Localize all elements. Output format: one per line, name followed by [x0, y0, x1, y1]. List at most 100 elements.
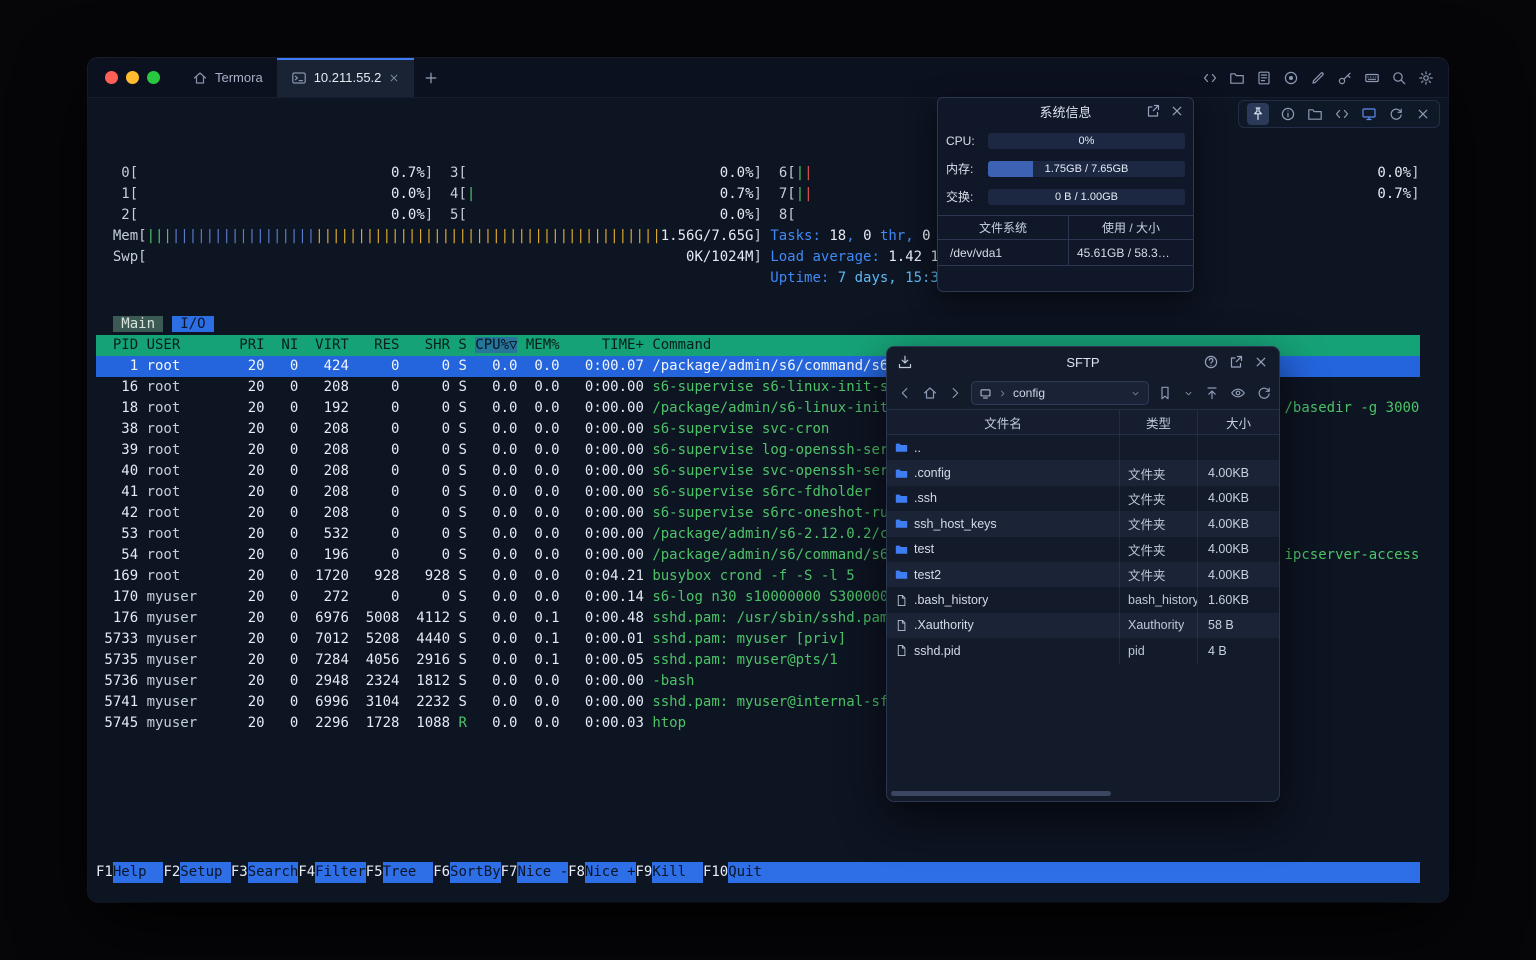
- sync-icon[interactable]: [1388, 106, 1404, 122]
- computer-icon: [979, 387, 992, 400]
- refresh-icon[interactable]: [1256, 385, 1272, 401]
- eye-icon[interactable]: [1230, 385, 1246, 401]
- external-icon[interactable]: [1145, 103, 1161, 119]
- file-row[interactable]: test文件夹4.00KB: [887, 537, 1279, 562]
- folder-icon[interactable]: [1229, 70, 1245, 86]
- cpu-progressbar: 0%: [988, 133, 1185, 149]
- info-icon[interactable]: [1280, 106, 1296, 122]
- file-size: 1.60KB: [1198, 587, 1279, 612]
- key-icon[interactable]: [1337, 70, 1353, 86]
- file-row[interactable]: ssh_host_keys文件夹4.00KB: [887, 511, 1279, 536]
- folder-icon: [895, 568, 908, 581]
- swap-meter-row: Swp[ 0K/1024M] Load average: 1.42 1: [96, 247, 1420, 268]
- file-row[interactable]: .config文件夹4.00KB: [887, 460, 1279, 485]
- chevron-down-icon[interactable]: [1130, 388, 1141, 399]
- memory-progressbar: 1.75GB / 7.65GB: [988, 161, 1185, 177]
- memory-meter-row: Mem[||||||||||||||||||||||||||||||||||||…: [96, 226, 1420, 247]
- file-name: test: [914, 542, 934, 556]
- folder-icon: [895, 543, 908, 556]
- fkey-f1[interactable]: F1Help: [96, 862, 163, 883]
- zoom-window-button[interactable]: [147, 71, 160, 84]
- new-tab-button[interactable]: [414, 58, 448, 97]
- journal-icon[interactable]: [1256, 70, 1272, 86]
- close-icon[interactable]: [1169, 103, 1185, 119]
- tab-ssh-session[interactable]: 10.211.55.2: [277, 58, 415, 97]
- fkey-f9[interactable]: F9Kill: [636, 862, 703, 883]
- file-list: ...config文件夹4.00KB.ssh文件夹4.00KBssh_host_…: [887, 435, 1279, 664]
- termora-window: Termora 10.211.55.2 0[ 0.7%] 3[ 0.0%] 6[…: [88, 58, 1448, 902]
- filesystem-row[interactable]: /dev/vda1 45.61GB / 58.3…: [938, 240, 1193, 266]
- bookmark-icon[interactable]: [1157, 385, 1173, 401]
- file-row[interactable]: .bash_historybash_history1.60KB: [887, 587, 1279, 612]
- back-icon[interactable]: [897, 385, 913, 401]
- file-name: ..: [914, 441, 921, 455]
- pin-icon[interactable]: [1247, 103, 1269, 125]
- file-name: .Xauthority: [914, 618, 974, 632]
- screen-tab-main[interactable]: Main: [113, 316, 164, 332]
- close-tab-icon[interactable]: [388, 72, 400, 84]
- terminal-icon: [291, 70, 307, 86]
- help-icon[interactable]: [1203, 354, 1219, 370]
- fkey-f4[interactable]: F4Filter: [298, 862, 365, 883]
- file-icon: [895, 644, 908, 657]
- file-row[interactable]: .XauthorityXauthority58 B: [887, 613, 1279, 638]
- record-icon[interactable]: [1283, 70, 1299, 86]
- tab-termora[interactable]: Termora: [178, 58, 277, 97]
- path-breadcrumb[interactable]: config: [971, 381, 1149, 405]
- file-row[interactable]: .ssh文件夹4.00KB: [887, 486, 1279, 511]
- close-icon[interactable]: [1253, 354, 1269, 370]
- htop-function-bar: F1Help F2Setup F3SearchF4FilterF5Tree F6…: [96, 862, 1420, 883]
- fkey-f10[interactable]: F10Quit: [703, 862, 779, 883]
- fkey-f6[interactable]: F6SortBy: [433, 862, 500, 883]
- filesystem-table: 文件系统 使用 / 大小 /dev/vda1 45.61GB / 58.3…: [938, 215, 1193, 266]
- cpu-meter-row: 0[ 0.7%] 3[ 0.0%] 6[|| ] 9[ 0.0%]: [96, 163, 1420, 184]
- sort-column-cpu[interactable]: CPU%▽: [475, 337, 517, 353]
- file-row[interactable]: sshd.pidpid4 B: [887, 638, 1279, 663]
- file-type: pid: [1120, 638, 1198, 663]
- chevron-down-icon[interactable]: [1183, 388, 1194, 399]
- uptime-row: Uptime: 7 days, 15:3: [96, 268, 1420, 289]
- column-type[interactable]: 类型: [1120, 410, 1198, 434]
- folder-icon[interactable]: [1307, 106, 1323, 122]
- file-type: [1120, 435, 1198, 460]
- horizontal-scrollbar[interactable]: [891, 791, 1111, 796]
- fkey-f5[interactable]: F5Tree: [366, 862, 433, 883]
- file-row[interactable]: test2文件夹4.00KB: [887, 562, 1279, 587]
- settings-icon[interactable]: [1418, 70, 1434, 86]
- sftp-titlebar: SFTP: [887, 347, 1279, 377]
- traffic-lights: [88, 58, 178, 97]
- up-icon[interactable]: [1204, 385, 1220, 401]
- close-window-button[interactable]: [105, 71, 118, 84]
- screen-tab-io[interactable]: I/O: [172, 316, 214, 332]
- column-usage: 使用 / 大小: [1069, 216, 1193, 239]
- code-icon[interactable]: [1334, 106, 1350, 122]
- fkey-f8[interactable]: F8Nice +: [568, 862, 635, 883]
- titlebar-toolbar: [1202, 58, 1448, 97]
- swap-progressbar: 0 B / 1.00GB: [988, 189, 1185, 205]
- file-size: 4.00KB: [1198, 460, 1279, 485]
- fkey-f7[interactable]: F7Nice -: [501, 862, 568, 883]
- keyboard-icon[interactable]: [1364, 70, 1380, 86]
- forward-icon[interactable]: [947, 385, 963, 401]
- column-size[interactable]: 大小: [1198, 410, 1279, 434]
- minimize-window-button[interactable]: [126, 71, 139, 84]
- sftp-window[interactable]: SFTP config 文件名 类型 大小 .. .config文件夹4.00KB…: [886, 346, 1280, 802]
- column-filename[interactable]: 文件名: [887, 410, 1120, 434]
- home-icon[interactable]: [922, 385, 938, 401]
- system-info-panel: 系统信息 CPU: 0% 内存: 1.75GB / 7.65GB 交换: 0 B…: [937, 97, 1194, 292]
- file-icon: [895, 619, 908, 632]
- edit-icon[interactable]: [1310, 70, 1326, 86]
- column-filesystem: 文件系统: [938, 216, 1069, 239]
- close-icon[interactable]: [1415, 106, 1431, 122]
- file-row[interactable]: ..: [887, 435, 1279, 460]
- fkey-f2[interactable]: F2Setup: [163, 862, 230, 883]
- monitor-icon[interactable]: [1361, 106, 1377, 122]
- fkey-f3[interactable]: F3Search: [231, 862, 298, 883]
- file-type: 文件夹: [1120, 511, 1198, 536]
- search-icon[interactable]: [1391, 70, 1407, 86]
- transfers-icon[interactable]: [897, 354, 913, 370]
- file-name: .ssh: [914, 491, 937, 505]
- folder-icon: [895, 467, 908, 480]
- external-icon[interactable]: [1228, 354, 1244, 370]
- code-icon[interactable]: [1202, 70, 1218, 86]
